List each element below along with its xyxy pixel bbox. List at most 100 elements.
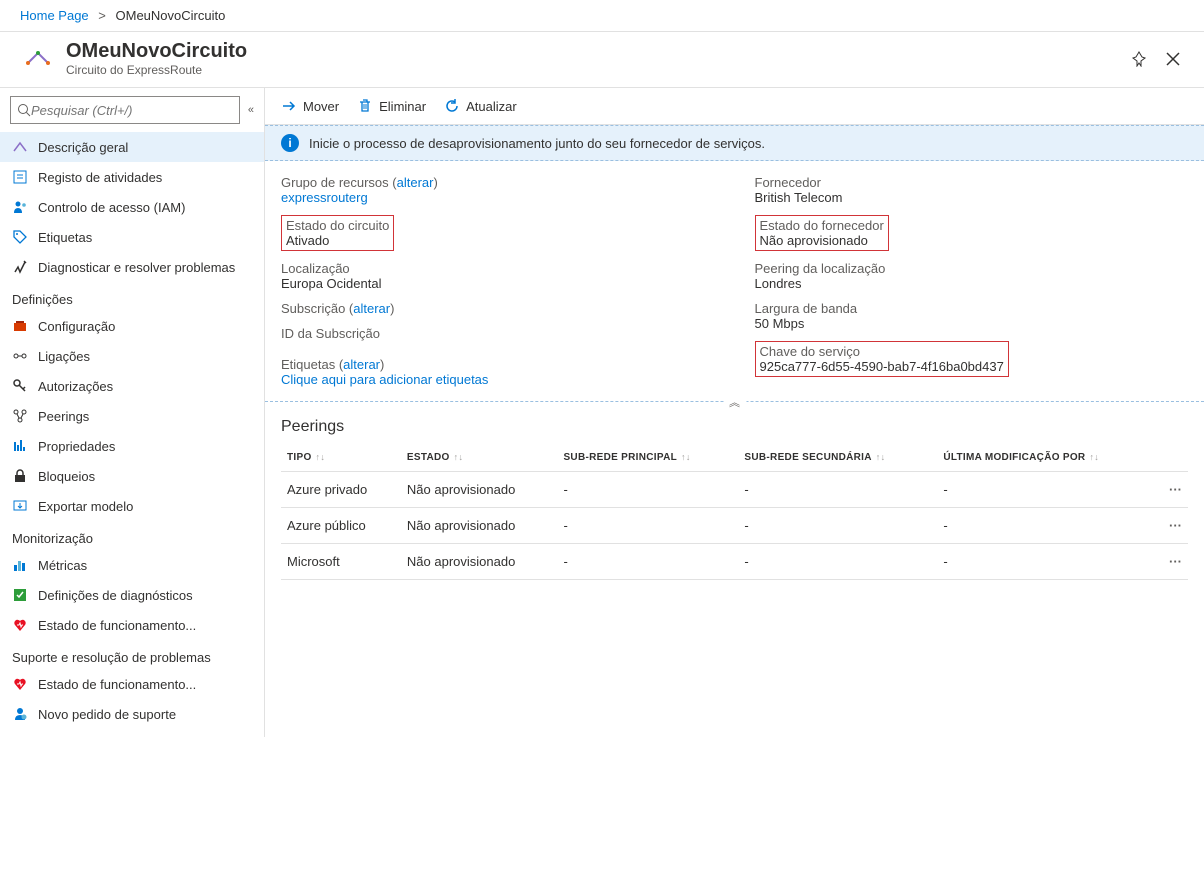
diagnose-icon bbox=[12, 259, 28, 275]
change-sub-link[interactable]: alterar bbox=[353, 301, 390, 316]
col-secondary-subnet[interactable]: SUB-REDE SECUNDÁRIA↑↓ bbox=[738, 444, 937, 472]
delete-label: Eliminar bbox=[379, 99, 426, 114]
refresh-icon bbox=[444, 98, 460, 114]
sidebar-item-label: Exportar modelo bbox=[38, 499, 133, 514]
collapse-essentials-button[interactable]: ︽ bbox=[723, 394, 746, 410]
cell-primary: - bbox=[557, 544, 738, 580]
cell-state: Não aprovisionado bbox=[401, 472, 558, 508]
col-last-modified[interactable]: ÚLTIMA MODIFICAÇÃO POR↑↓ bbox=[937, 444, 1155, 472]
search-icon bbox=[17, 103, 31, 117]
table-row[interactable]: Azure públicoNão aprovisionado---··· bbox=[281, 508, 1188, 544]
support-icon bbox=[12, 706, 28, 722]
refresh-label: Atualizar bbox=[466, 99, 517, 114]
sidebar-item-label: Novo pedido de suporte bbox=[38, 707, 176, 722]
table-row[interactable]: Azure privadoNão aprovisionado---··· bbox=[281, 472, 1188, 508]
move-button[interactable]: Mover bbox=[281, 98, 339, 114]
col-type[interactable]: TIPO↑↓ bbox=[281, 444, 401, 472]
col-state[interactable]: ESTADO↑↓ bbox=[401, 444, 558, 472]
col-primary-subnet[interactable]: SUB-REDE PRINCIPAL↑↓ bbox=[557, 444, 738, 472]
sidebar-item-resource-health[interactable]: Estado de funcionamento... bbox=[0, 610, 264, 640]
prop-subscription-id: ID da Subscrição bbox=[281, 326, 715, 341]
diagnostic-icon bbox=[12, 587, 28, 603]
metrics-icon bbox=[12, 557, 28, 573]
prop-value: 925ca777-6d55-4590-bab7-4f16ba0bd437 bbox=[760, 359, 1004, 374]
toolbar: Mover Eliminar Atualizar bbox=[265, 88, 1204, 125]
delete-button[interactable]: Eliminar bbox=[357, 98, 426, 114]
prop-peering-location: Peering da localização Londres bbox=[755, 261, 1189, 291]
prop-tags: Etiquetas (alterar) Clique aqui para adi… bbox=[281, 357, 715, 387]
peerings-icon bbox=[12, 408, 28, 424]
sidebar-item-label: Métricas bbox=[38, 558, 87, 573]
prop-provider: Fornecedor British Telecom bbox=[755, 175, 1189, 205]
close-button[interactable] bbox=[1162, 48, 1184, 70]
breadcrumb: Home Page > OMeuNovoCircuito bbox=[0, 0, 1204, 32]
prop-label: Localização bbox=[281, 261, 715, 276]
row-more-button[interactable]: ··· bbox=[1155, 472, 1188, 508]
prop-value: Ativado bbox=[286, 233, 389, 248]
sidebar: « Descrição geral Registo de atividades … bbox=[0, 88, 265, 737]
prop-label: Largura de banda bbox=[755, 301, 1189, 316]
sidebar-item-locks[interactable]: Bloqueios bbox=[0, 461, 264, 491]
blade-header: OMeuNovoCircuito Circuito do ExpressRout… bbox=[0, 32, 1204, 88]
sidebar-item-connections[interactable]: Ligações bbox=[0, 341, 264, 371]
sidebar-item-activity-log[interactable]: Registo de atividades bbox=[0, 162, 264, 192]
tag-icon bbox=[12, 229, 28, 245]
search-input[interactable] bbox=[31, 103, 233, 118]
essentials-panel: Grupo de recursos (alterar) expressroute… bbox=[265, 161, 1204, 402]
prop-circuit-state: Estado do circuito Ativado bbox=[281, 215, 715, 251]
sidebar-item-label: Diagnosticar e resolver problemas bbox=[38, 260, 235, 275]
sidebar-item-label: Configuração bbox=[38, 319, 115, 334]
prop-bandwidth: Largura de banda 50 Mbps bbox=[755, 301, 1189, 331]
sidebar-item-tags[interactable]: Etiquetas bbox=[0, 222, 264, 252]
prop-label: Subscrição bbox=[281, 301, 345, 316]
row-more-button[interactable]: ··· bbox=[1155, 508, 1188, 544]
sidebar-item-peerings[interactable]: Peerings bbox=[0, 401, 264, 431]
sidebar-item-label: Definições de diagnósticos bbox=[38, 588, 193, 603]
prop-value: 50 Mbps bbox=[755, 316, 1189, 331]
change-tags-link[interactable]: alterar bbox=[343, 357, 380, 372]
sidebar-item-configuration[interactable]: Configuração bbox=[0, 311, 264, 341]
sidebar-item-diagnostic-settings[interactable]: Definições de diagnósticos bbox=[0, 580, 264, 610]
trash-icon bbox=[357, 98, 373, 114]
activity-log-icon bbox=[12, 169, 28, 185]
sidebar-item-overview[interactable]: Descrição geral bbox=[0, 132, 264, 162]
prop-label: Etiquetas bbox=[281, 357, 335, 372]
cell-primary: - bbox=[557, 508, 738, 544]
info-text: Inicie o processo de desaprovisionamento… bbox=[309, 136, 765, 151]
search-input-wrap[interactable] bbox=[10, 96, 240, 124]
collapse-sidebar-button[interactable]: « bbox=[248, 104, 254, 116]
sidebar-item-label: Controlo de acesso (IAM) bbox=[38, 200, 185, 215]
refresh-button[interactable]: Atualizar bbox=[444, 98, 517, 114]
prop-location: Localização Europa Ocidental bbox=[281, 261, 715, 291]
health-icon bbox=[12, 617, 28, 633]
sidebar-item-export-template[interactable]: Exportar modelo bbox=[0, 491, 264, 521]
prop-value: Europa Ocidental bbox=[281, 276, 715, 291]
sidebar-item-authorizations[interactable]: Autorizações bbox=[0, 371, 264, 401]
cell-state: Não aprovisionado bbox=[401, 508, 558, 544]
cell-type: Azure público bbox=[281, 508, 401, 544]
change-rg-link[interactable]: alterar bbox=[397, 175, 434, 190]
peerings-table: TIPO↑↓ ESTADO↑↓ SUB-REDE PRINCIPAL↑↓ SUB… bbox=[281, 444, 1188, 580]
connections-icon bbox=[12, 348, 28, 364]
circuit-icon bbox=[12, 139, 28, 155]
cell-state: Não aprovisionado bbox=[401, 544, 558, 580]
sidebar-item-health-support[interactable]: Estado de funcionamento... bbox=[0, 669, 264, 699]
rg-link[interactable]: expressrouterg bbox=[281, 190, 368, 205]
cell-lastmod: - bbox=[937, 508, 1155, 544]
breadcrumb-home[interactable]: Home Page bbox=[20, 8, 89, 23]
peerings-section: Peerings TIPO↑↓ ESTADO↑↓ SUB-REDE PRINCI… bbox=[265, 402, 1204, 596]
breadcrumb-separator: > bbox=[98, 8, 106, 23]
sidebar-item-new-support-request[interactable]: Novo pedido de suporte bbox=[0, 699, 264, 729]
sidebar-item-iam[interactable]: Controlo de acesso (IAM) bbox=[0, 192, 264, 222]
row-more-button[interactable]: ··· bbox=[1155, 544, 1188, 580]
add-tags-link[interactable]: Clique aqui para adicionar etiquetas bbox=[281, 372, 488, 387]
table-row[interactable]: MicrosoftNão aprovisionado---··· bbox=[281, 544, 1188, 580]
prop-value: British Telecom bbox=[755, 190, 1189, 205]
sidebar-item-metrics[interactable]: Métricas bbox=[0, 550, 264, 580]
sidebar-item-properties[interactable]: Propriedades bbox=[0, 431, 264, 461]
pin-button[interactable] bbox=[1128, 48, 1150, 70]
export-icon bbox=[12, 498, 28, 514]
info-icon: i bbox=[281, 134, 299, 152]
sidebar-item-diagnose[interactable]: Diagnosticar e resolver problemas bbox=[0, 252, 264, 282]
move-label: Mover bbox=[303, 99, 339, 114]
